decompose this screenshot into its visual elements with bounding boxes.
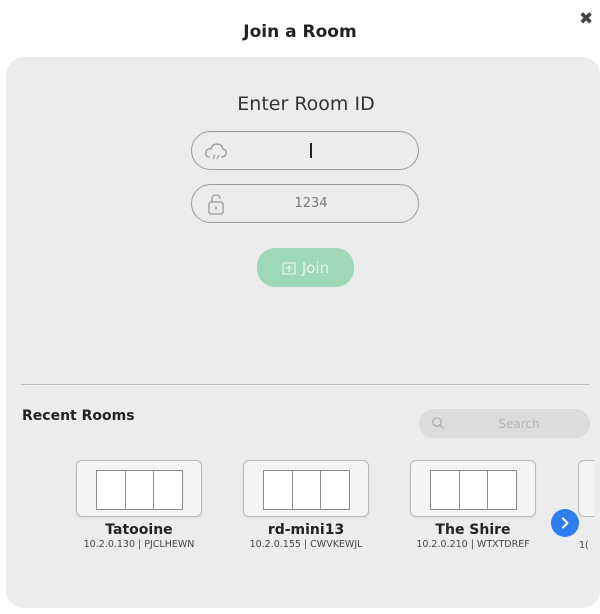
- recent-rooms-heading: Recent Rooms: [22, 408, 135, 424]
- display-icon: [430, 470, 517, 510]
- dialog-title: Join a Room: [243, 22, 357, 42]
- display-icon: [96, 470, 183, 510]
- room-name: The Shire: [435, 522, 511, 538]
- room-card-the-shire[interactable]: The Shire 10.2.0.210 | WTXTDREF: [393, 460, 553, 550]
- room-thumbnail: [410, 460, 536, 517]
- room-meta: 10.2.0.210 | WTXTDREF: [416, 539, 530, 550]
- cloud-icon: [205, 143, 227, 160]
- room-meta: 10.2.0.155 | CWVKEWJL: [249, 539, 363, 550]
- room-card-partial[interactable]: [578, 460, 594, 517]
- room-thumbnail: [243, 460, 369, 517]
- display-icon: [263, 470, 350, 510]
- room-meta-partial: 1(: [579, 540, 589, 551]
- chevron-right-icon: [562, 517, 569, 529]
- lock-icon: [208, 194, 224, 215]
- room-thumbnail: [578, 460, 594, 517]
- next-rooms-button[interactable]: [551, 509, 579, 537]
- text-caret: [310, 143, 312, 158]
- enter-room-id-heading: Enter Room ID: [237, 93, 375, 115]
- room-id-field[interactable]: [191, 131, 419, 170]
- search-icon: [432, 417, 444, 429]
- section-divider: [21, 384, 590, 385]
- passcode-field[interactable]: [191, 184, 419, 223]
- passcode-input[interactable]: [236, 185, 386, 221]
- room-card-tatooine[interactable]: Tatooine 10.2.0.130 | PJCLHEWN: [59, 460, 219, 550]
- room-thumbnail: [76, 460, 202, 517]
- join-button[interactable]: Join: [257, 248, 354, 287]
- room-name: Tatooine: [105, 522, 173, 538]
- room-card-rd-mini13[interactable]: rd-mini13 10.2.0.155 | CWVKEWJL: [226, 460, 386, 550]
- search-input[interactable]: [459, 409, 579, 438]
- close-icon[interactable]: ✖: [579, 9, 599, 29]
- upload-icon: [282, 261, 296, 275]
- room-meta: 10.2.0.130 | PJCLHEWN: [83, 539, 195, 550]
- room-name: rd-mini13: [267, 522, 345, 538]
- join-label: Join: [301, 258, 330, 277]
- search-field[interactable]: [419, 409, 590, 438]
